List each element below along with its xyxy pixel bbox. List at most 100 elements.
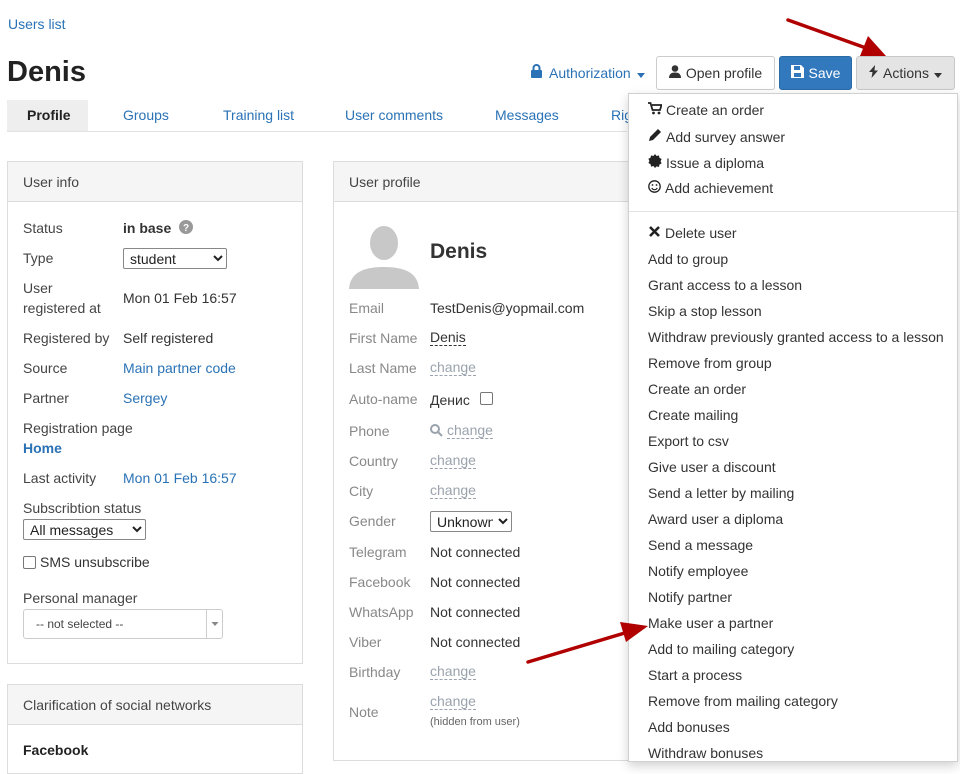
gender-select[interactable]: Unknown xyxy=(430,511,512,532)
social-networks-panel: Clarification of social networks Faceboo… xyxy=(7,684,303,774)
menu-item-start-process[interactable]: Start a process xyxy=(648,667,742,683)
menu-item-skip-stop-lesson[interactable]: Skip a stop lesson xyxy=(648,303,762,319)
tab-messages[interactable]: Messages xyxy=(495,100,559,131)
menu-item-give-discount[interactable]: Give user a discount xyxy=(648,459,776,475)
personal-manager-label: Personal manager xyxy=(23,590,138,606)
menu-item-remove-mailing-category[interactable]: Remove from mailing category xyxy=(648,693,838,709)
note-label: Note xyxy=(349,704,379,720)
menu-item-label: Delete user xyxy=(665,225,737,241)
birthday-change-link[interactable]: change xyxy=(430,664,476,680)
menu-item-withdraw-access-lesson[interactable]: Withdraw previously granted access to a … xyxy=(648,329,944,345)
viber-value: Not connected xyxy=(430,634,521,650)
profile-tabs: Profile Groups Training list User commen… xyxy=(7,100,632,132)
tab-user-comments[interactable]: User comments xyxy=(345,100,443,131)
menu-item-add-achievement[interactable]: Add achievement xyxy=(648,180,773,196)
city-label: City xyxy=(349,483,374,499)
status-value: in base xyxy=(123,220,172,236)
save-button[interactable]: Save xyxy=(779,56,852,90)
menu-item-send-letter-mailing[interactable]: Send a letter by mailing xyxy=(648,485,794,501)
menu-item-send-message[interactable]: Send a message xyxy=(648,537,753,553)
menu-divider xyxy=(629,211,957,212)
note-change-link[interactable]: change xyxy=(430,694,476,710)
user-info-heading: User info xyxy=(8,162,302,202)
menu-item-create-order-top[interactable]: Create an order xyxy=(648,102,764,118)
open-profile-button[interactable]: Open profile xyxy=(656,56,775,90)
user-profile-panel: User profile Denis Email TestDenis@yopma… xyxy=(333,161,643,761)
menu-item-delete-user[interactable]: Delete user xyxy=(648,225,737,241)
registration-page-link[interactable]: Home xyxy=(23,440,62,456)
first-name-label: First Name xyxy=(349,330,418,346)
type-select[interactable]: student xyxy=(123,248,227,269)
profile-name: Denis xyxy=(430,240,488,263)
birthday-label: Birthday xyxy=(349,664,401,680)
menu-item-create-mailing[interactable]: Create mailing xyxy=(648,407,738,423)
tab-training-list[interactable]: Training list xyxy=(223,100,294,131)
status-label: Status xyxy=(23,220,63,236)
menu-item-create-order[interactable]: Create an order xyxy=(648,381,746,397)
save-label: Save xyxy=(808,65,841,81)
sms-unsubscribe-checkbox[interactable] xyxy=(23,555,36,569)
close-icon xyxy=(648,225,661,241)
authorization-label: Authorization xyxy=(549,64,631,81)
menu-item-grant-access-lesson[interactable]: Grant access to a lesson xyxy=(648,277,802,293)
email-value: TestDenis@yopmail.com xyxy=(430,300,585,316)
menu-item-add-mailing-category[interactable]: Add to mailing category xyxy=(648,641,794,657)
search-icon xyxy=(430,424,443,440)
menu-item-add-bonuses[interactable]: Add bonuses xyxy=(648,719,730,735)
menu-item-label: Create an order xyxy=(666,102,765,118)
country-label: Country xyxy=(349,453,399,469)
user-profile-heading: User profile xyxy=(334,162,642,202)
subscription-label: Subscribtion status xyxy=(23,500,142,516)
first-name-value[interactable]: Denis xyxy=(430,330,466,346)
lock-icon xyxy=(530,64,543,81)
type-label: Type xyxy=(23,250,54,266)
breadcrumb-users-list[interactable]: Users list xyxy=(8,16,66,32)
user-info-panel: User info Status in base ? Type student … xyxy=(7,161,303,664)
gender-label: Gender xyxy=(349,513,396,529)
menu-item-add-to-group[interactable]: Add to group xyxy=(648,251,728,267)
partner-link[interactable]: Sergey xyxy=(123,390,167,406)
viber-label: Viber xyxy=(349,634,382,650)
note-hint: (hidden from user) xyxy=(430,716,520,728)
avatar xyxy=(349,219,419,292)
last-name-change-link[interactable]: change xyxy=(430,360,476,376)
menu-item-label: Add survey answer xyxy=(666,128,786,145)
source-link[interactable]: Main partner code xyxy=(123,360,236,376)
open-profile-label: Open profile xyxy=(685,65,763,81)
whatsapp-value: Not connected xyxy=(430,604,521,620)
svg-text:?: ? xyxy=(183,223,189,234)
bolt-icon xyxy=(869,65,879,81)
menu-item-add-survey-answer[interactable]: Add survey answer xyxy=(648,128,785,145)
personal-manager-select[interactable]: -- not selected -- xyxy=(23,609,223,639)
country-change-link[interactable]: change xyxy=(430,453,476,469)
phone-change-link[interactable]: change xyxy=(447,423,493,439)
menu-item-award-diploma[interactable]: Award user a diploma xyxy=(648,511,783,527)
authorization-dropdown[interactable]: Authorization xyxy=(530,64,645,81)
cart-icon xyxy=(648,102,663,118)
menu-item-make-partner[interactable]: Make user a partner xyxy=(648,615,773,631)
help-icon[interactable]: ? xyxy=(179,220,193,237)
last-activity-link[interactable]: Mon 01 Feb 16:57 xyxy=(123,470,237,486)
city-change-link[interactable]: change xyxy=(430,483,476,499)
email-label: Email xyxy=(349,300,385,316)
tab-groups[interactable]: Groups xyxy=(123,100,169,131)
pencil-icon xyxy=(648,128,662,145)
menu-item-issue-diploma[interactable]: Issue a diploma xyxy=(648,154,764,171)
tab-profile[interactable]: Profile xyxy=(7,100,88,131)
last-name-label: Last Name xyxy=(349,360,417,376)
certificate-icon xyxy=(648,154,662,171)
menu-item-notify-partner[interactable]: Notify partner xyxy=(648,589,732,605)
partner-label: Partner xyxy=(23,390,69,406)
menu-item-withdraw-bonuses[interactable]: Withdraw bonuses xyxy=(648,745,763,761)
registered-by-label: Registered by xyxy=(23,330,110,346)
menu-item-remove-from-group[interactable]: Remove from group xyxy=(648,355,772,371)
user-icon xyxy=(668,65,681,81)
menu-item-notify-employee[interactable]: Notify employee xyxy=(648,563,748,579)
social-facebook-label: Facebook xyxy=(23,742,89,758)
auto-name-checkbox[interactable] xyxy=(480,392,493,405)
subscription-select[interactable]: All messages xyxy=(23,519,146,540)
source-label: Source xyxy=(23,360,68,376)
actions-button[interactable]: Actions xyxy=(856,56,955,90)
phone-label: Phone xyxy=(349,423,390,439)
menu-item-export-csv[interactable]: Export to csv xyxy=(648,433,729,449)
